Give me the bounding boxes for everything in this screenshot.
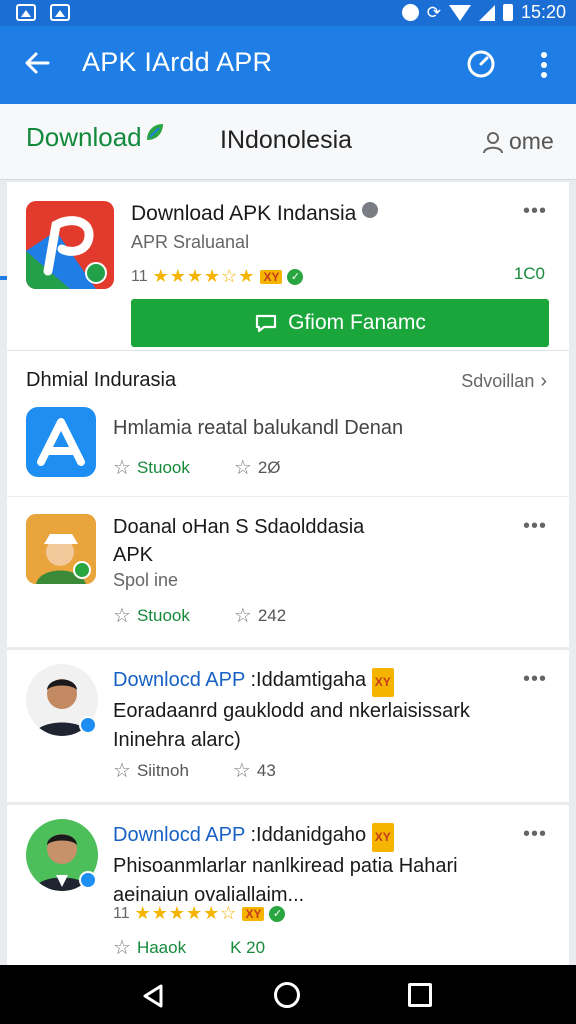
post-head: Downlocd APP (113, 824, 245, 846)
meta-right: 242 (257, 605, 287, 625)
list-item[interactable]: Doanal oHan S Sdaolddasia APK ••• Spol i… (7, 497, 569, 647)
badge-tag: XY (260, 269, 283, 284)
list-item-meta: ☆ Haaok K 20 (113, 935, 265, 960)
list-item-meta: ☆ Stuook ☆ 2Ø (113, 455, 281, 480)
tab-bar: Download INdonolesia ome (0, 104, 576, 280)
list-item[interactable]: Downlocd APP :Iddanidgaho XY Phisoanmlar… (7, 805, 569, 965)
battery-icon (502, 4, 513, 21)
tab-indonesia[interactable]: INdonolesia (220, 126, 352, 155)
list-item-title: Doanal oHan S Sdaolddasia APK (113, 513, 364, 569)
verified-check-icon: ✓ (287, 268, 304, 285)
overflow-menu-icon[interactable] (532, 50, 556, 80)
meta-left: Haaok (136, 937, 187, 957)
data-saver-icon (401, 4, 419, 21)
app-developer: APR Sraluanal (131, 232, 250, 252)
star-outline-icon: ☆ (232, 760, 251, 782)
tab-download-label: Download (26, 122, 142, 152)
app-rating: 11 ★★★★☆★ XY ✓ (131, 266, 304, 287)
featured-app-card[interactable]: Download APK Indansia APR Sraluanal 11 ★… (7, 182, 569, 350)
speed-gauge-icon[interactable] (466, 49, 496, 79)
meta-right: K 20 (230, 937, 266, 957)
verified-badge-icon (79, 716, 97, 734)
app-title: Download APK Indansia (131, 202, 379, 226)
meta-right: 43 (256, 760, 276, 780)
badge-tag: XY (242, 906, 265, 921)
star-outline-icon: ☆ (113, 760, 131, 782)
nav-back-icon[interactable] (142, 983, 164, 1009)
star-rating-icon: ★★★★☆★ (152, 266, 256, 286)
badge-tag: XY (371, 668, 394, 697)
section-card: Dhmial Indurasia Sdvoillan › Hmlamia reat… (7, 350, 569, 496)
verified-badge-icon (79, 871, 97, 889)
meta-right: 2Ø (257, 457, 281, 477)
image-notification-icon (16, 4, 36, 21)
post-line: Eoradaanrd gauklodd and nkerlaisissark (113, 700, 470, 722)
post-head-rest: :Iddanidgaho (250, 824, 367, 846)
app-size: 1C0 (513, 264, 545, 283)
app-title-text: Download APK Indansia (131, 202, 357, 225)
nav-recents-icon[interactable] (408, 983, 432, 1007)
verified-check-icon: ✓ (269, 905, 286, 922)
wifi-icon (448, 4, 471, 21)
meta-left: Stuook (136, 605, 190, 625)
app-rating: 11 ★★★★★☆ XY ✓ (113, 903, 286, 924)
leaf-icon (146, 123, 163, 140)
see-more-label: Sdvoillan (461, 371, 535, 391)
see-more-link[interactable]: Sdvoillan › (461, 370, 547, 393)
system-nav-bar (0, 965, 576, 1024)
meta-left: Stuook (136, 457, 190, 477)
verified-shield-icon (362, 202, 379, 218)
rating-prefix: 11 (113, 904, 130, 922)
meta-left: Siitnoh (136, 760, 189, 780)
star-outline-icon: ☆ (233, 457, 252, 479)
status-bar: ⟳ 15:20 (0, 0, 576, 26)
app-bar: APK IArdd APR (0, 26, 576, 104)
status-notifications (16, 4, 70, 21)
more-options-icon[interactable]: ••• (523, 200, 547, 223)
rotate-icon: ⟳ (426, 2, 441, 22)
post-line: Ininehra alarc) (113, 729, 241, 751)
status-time: 15:20 (520, 2, 566, 22)
install-button[interactable]: Gfiom Fanamc (131, 299, 549, 347)
person-icon (483, 131, 503, 153)
title-line: Doanal oHan S Sdaolddasia (113, 516, 365, 538)
more-options-icon[interactable]: ••• (523, 668, 547, 691)
app-logo-icon (26, 514, 96, 584)
chevron-right-icon: › (540, 370, 547, 392)
page-title: APK IArdd APR (82, 47, 273, 77)
app-logo-icon[interactable] (26, 407, 96, 477)
chat-bubble-icon (256, 314, 277, 333)
tab-home[interactable]: ome (480, 128, 554, 155)
tab-download[interactable]: Download (26, 122, 166, 153)
post-head: Downlocd APP (113, 669, 245, 691)
star-outline-icon: ☆ (113, 605, 131, 627)
list-item-title[interactable]: Hmlamia reatal balukandl Denan (113, 417, 403, 440)
more-options-icon[interactable]: ••• (523, 823, 547, 846)
list-item-subtitle: Spol ine (113, 570, 179, 590)
badge-tag: XY (371, 823, 394, 852)
post-text: Downlocd APP :Iddanidgaho XY Phisoanmlar… (113, 821, 533, 910)
star-outline-icon: ☆ (113, 457, 131, 479)
cell-signal-icon (478, 4, 495, 21)
section-title: Dhmial Indurasia (26, 369, 177, 391)
star-outline-icon: ☆ (113, 937, 131, 959)
post-line: Phisoanmlarlar nanlkiread patia Hahari (113, 855, 458, 877)
rating-prefix: 11 (131, 267, 148, 285)
more-options-icon[interactable]: ••• (523, 515, 547, 538)
back-arrow-icon[interactable] (22, 48, 52, 78)
star-rating-icon: ★★★★★☆ (134, 903, 238, 923)
status-indicators: ⟳ 15:20 (401, 2, 566, 23)
image-notification-icon (50, 4, 70, 21)
nav-home-icon[interactable] (274, 982, 300, 1008)
tab-home-label: ome (509, 128, 554, 154)
title-line: APK (113, 544, 154, 566)
list-item[interactable]: Downlocd APP :Iddamtigaha XY Eoradaanrd … (7, 650, 569, 802)
star-outline-icon: ☆ (233, 605, 252, 627)
app-logo-icon (26, 201, 114, 289)
install-button-label: Gfiom Fanamc (288, 311, 426, 334)
post-head-rest: :Iddamtigaha (250, 669, 367, 691)
list-item-meta: ☆ Stuook ☆ 242 (113, 603, 286, 628)
post-text: Downlocd APP :Iddamtigaha XY Eoradaanrd … (113, 666, 533, 755)
list-item-meta: ☆ Siitnoh ☆ 43 (113, 758, 276, 783)
